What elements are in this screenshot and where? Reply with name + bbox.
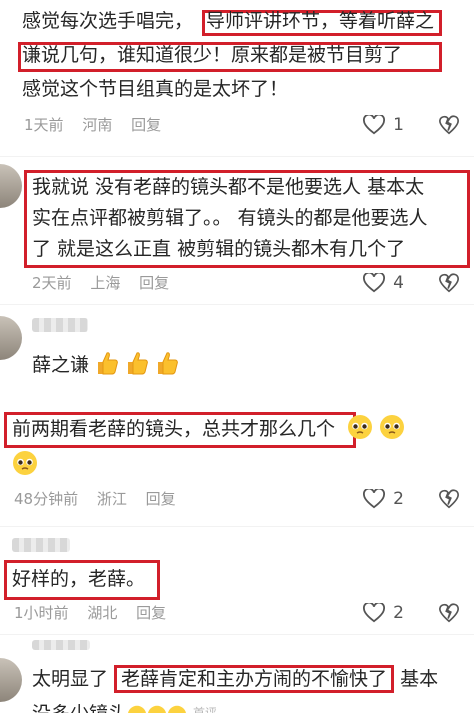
avatar[interactable] xyxy=(0,164,22,208)
comment-text-line-1: 太明显了 老薛肯定和主办方闹的不愉快了 基本 xyxy=(32,664,474,695)
pleading-face-icon xyxy=(13,451,37,475)
thumbs-up-icon xyxy=(128,352,148,375)
comment-5: 好样的，老薛。 1小时前 湖北 回复 2 xyxy=(0,530,474,630)
comment-meta: 48分钟前 浙江 回复 2 xyxy=(14,488,474,510)
comment-meta: 2天前 上海 回复 4 xyxy=(32,272,474,294)
thumbs-up-icon xyxy=(98,352,118,375)
comment-location: 浙江 xyxy=(96,490,127,508)
heart-icon xyxy=(363,273,386,293)
comment-text-highlight-1: 导师评讲环节，等着听薛之 xyxy=(206,10,435,32)
comment-text-line-3: 感觉这个节目组真的是太坏了！ xyxy=(22,78,289,100)
comment-time: 1天前 xyxy=(24,116,64,134)
pleading-face-icon xyxy=(380,415,405,439)
comment-text-line-2: 谦说几句，谁知道很少！原来都是被节目剪了 xyxy=(22,44,403,66)
comment-text: 薛之谦 xyxy=(32,350,474,381)
avatar[interactable] xyxy=(0,658,22,702)
highlighted-text: 老薛肯定和主办方闹的不愉快了 xyxy=(114,665,395,693)
pleading-face-icon xyxy=(148,705,167,713)
comment-text: 前两期看老薛的镜头，总共才那么几个 xyxy=(12,414,457,445)
pleading-face-icon xyxy=(168,705,187,713)
reply-button[interactable]: 回复 xyxy=(146,490,176,508)
divider xyxy=(0,634,474,635)
comment-text-line-3: 了 就是这么正直 被剪辑的镜头都木有几个了 xyxy=(32,238,406,260)
like-count: 4 xyxy=(393,273,404,293)
username-blurred xyxy=(12,538,70,552)
comment-6: 太明显了 老薛肯定和主办方闹的不愉快了 基本 没多少镜头首评 xyxy=(0,640,474,713)
comment-3: 薛之谦 xyxy=(0,310,474,390)
like-count: 1 xyxy=(393,115,404,135)
dislike-icon[interactable] xyxy=(438,602,460,624)
like-count: 2 xyxy=(393,603,404,623)
username-blurred xyxy=(32,318,88,332)
comment-time: 1小时前 xyxy=(14,604,69,622)
like-button[interactable]: 1 xyxy=(363,114,418,136)
comment-time: 48分钟前 xyxy=(14,490,79,508)
comment-text-line-2: 没多少镜头首评 xyxy=(32,698,474,713)
divider xyxy=(0,156,474,157)
avatar[interactable] xyxy=(0,316,22,360)
pleading-face-icon xyxy=(348,415,373,439)
comment-emoji-line xyxy=(12,450,457,481)
comment-location: 上海 xyxy=(90,274,121,292)
username-blurred xyxy=(32,640,90,650)
pleading-face-icon xyxy=(128,705,147,713)
thumbs-up-icon xyxy=(158,352,179,375)
dislike-icon[interactable] xyxy=(438,488,460,510)
reply-button[interactable]: 回复 xyxy=(139,274,169,292)
comment-meta: 1小时前 湖北 回复 2 xyxy=(14,602,474,624)
like-button[interactable]: 4 xyxy=(363,272,418,294)
like-count: 2 xyxy=(393,489,404,509)
comment-text-line-2: 实在点评都被剪辑了。。 有镜头的都是他要选人 xyxy=(32,207,428,229)
comment-text-line-1: 我就说 没有老薛的镜头都不是他要选人 基本太 xyxy=(32,176,425,198)
comment-2: 我就说 没有老薛的镜头都不是他要选人 基本太 实在点评都被剪辑了。。 有镜头的都… xyxy=(0,160,474,300)
comment-1: 感觉每次选手唱完， 导师评讲环节，等着听薛之 谦说几句，谁知道很少！原来都是被节… xyxy=(0,0,474,148)
dislike-icon[interactable] xyxy=(438,272,460,294)
reply-button[interactable]: 回复 xyxy=(131,116,161,134)
comment-location: 湖北 xyxy=(87,604,118,622)
divider xyxy=(0,304,474,305)
heart-icon xyxy=(363,603,386,623)
comment-text: 好样的，老薛。 xyxy=(12,568,146,590)
heart-icon xyxy=(363,489,386,509)
like-button[interactable]: 2 xyxy=(363,488,418,510)
reply-button[interactable]: 回复 xyxy=(136,604,166,622)
comment-4: 前两期看老薛的镜头，总共才那么几个 48分钟前 浙江 回复 2 xyxy=(0,402,474,522)
comment-meta: 1天前 河南 回复 1 xyxy=(24,114,474,136)
dislike-icon[interactable] xyxy=(438,114,460,136)
like-button[interactable]: 2 xyxy=(363,602,418,624)
heart-icon xyxy=(363,115,386,135)
comment-location: 河南 xyxy=(82,116,113,134)
comment-time: 2天前 xyxy=(32,274,72,292)
first-comment-tag: 首评 xyxy=(193,706,218,713)
divider xyxy=(0,526,474,527)
